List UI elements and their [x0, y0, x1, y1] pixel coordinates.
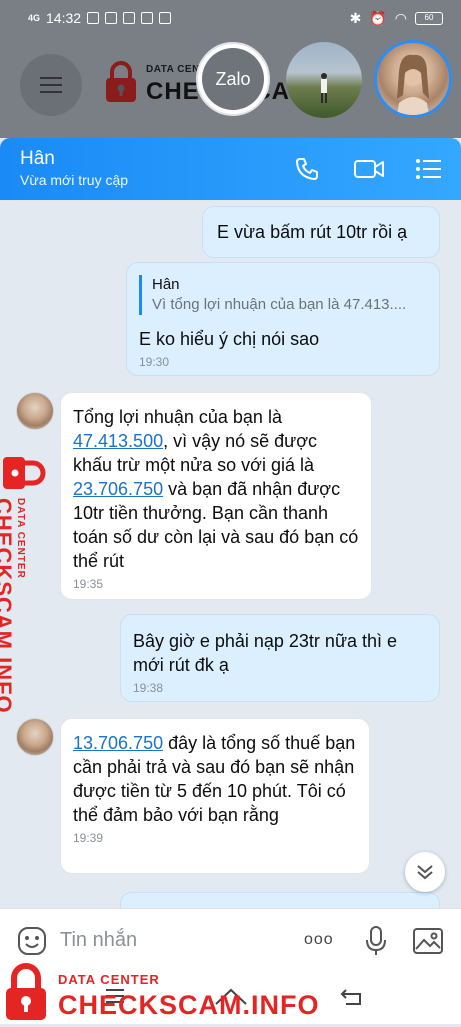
message-incoming[interactable]: 13.706.750 đây là tổng số thuế bạn cần p…	[60, 718, 370, 874]
message-outgoing-reply[interactable]: Hân Vì tổng lợi nhuận của bạn là 47.413.…	[126, 262, 440, 376]
shield-icon	[159, 12, 172, 24]
network-indicator: 4G	[28, 13, 41, 23]
contact-name[interactable]: Hân	[20, 148, 55, 170]
watermark-small-text: DATA CENTER	[58, 972, 160, 987]
message-outgoing-partial[interactable]	[120, 892, 440, 908]
facebook-icon	[123, 12, 136, 24]
amount-link[interactable]: 13.706.750	[73, 733, 163, 753]
watermark-side-small: DATA CENTER	[15, 498, 26, 579]
padlock-logo	[104, 60, 138, 109]
message-input[interactable]: Tin nhắn	[60, 929, 137, 952]
message-outgoing[interactable]: Bây giờ e phải nạp 23tr nữa thì e mới rú…	[120, 614, 440, 702]
facebook-icon	[105, 12, 118, 24]
zalo-chat-head[interactable]: Zalo	[196, 42, 270, 116]
hamburger-icon	[40, 84, 62, 86]
alarm-icon: ⏰	[369, 10, 387, 26]
message-text: E vừa bấm rút 10tr rồi ạ	[217, 222, 408, 242]
more-options-icon[interactable]: ooo	[304, 931, 334, 949]
gallery-icon	[141, 12, 154, 24]
status-bar: 4G 14:32 ✱ ⏰ ◠ 60	[0, 0, 461, 36]
message-outgoing[interactable]: E vừa bấm rút 10tr rồi ạ	[202, 206, 440, 258]
watermark-side-padlock	[2, 452, 46, 503]
watermark-padlock-logo	[4, 962, 48, 1027]
scroll-to-bottom-button[interactable]	[405, 852, 445, 892]
battery-icon: 60	[415, 12, 443, 25]
message-list[interactable]: E vừa bấm rút 10tr rồi ạ Hân Vì tổng lợi…	[0, 200, 461, 908]
message-text: E ko hiểu ý chị nói sao	[139, 329, 320, 349]
amount-link[interactable]: 47.413.500	[73, 431, 163, 451]
watermark-side-large: CHECKSCAM.INFO	[0, 498, 16, 714]
message-time: 19:30	[139, 355, 170, 369]
chat-head-avatar-man[interactable]	[286, 42, 362, 118]
microphone-icon[interactable]	[364, 925, 388, 962]
bluetooth-icon: ✱	[349, 10, 362, 26]
menu-button[interactable]	[20, 54, 82, 116]
phone-icon[interactable]	[292, 154, 322, 184]
quote-text: Vì tổng lợi nhuận của bạn là 47.413....	[152, 296, 407, 313]
quoted-message[interactable]: Hân Vì tổng lợi nhuận của bạn là 47.413.…	[139, 275, 427, 315]
notification-icon	[87, 12, 100, 24]
contact-avatar[interactable]	[16, 718, 54, 756]
amount-link[interactable]: 23.706.750	[73, 479, 163, 499]
message-time: 19:39	[73, 831, 104, 845]
message-input-bar: Tin nhắn ooo	[0, 908, 461, 973]
emoji-icon[interactable]	[16, 925, 48, 962]
image-icon[interactable]	[412, 925, 444, 962]
message-time: 19:38	[133, 681, 164, 695]
chat-head-avatar-woman[interactable]	[374, 40, 452, 118]
clock: 14:32	[46, 10, 82, 26]
message-text-part: Tổng lợi nhuận của bạn là	[73, 407, 282, 427]
chat-header: Hân Vừa mới truy cập	[0, 138, 461, 200]
quote-author: Hân	[152, 276, 180, 293]
watermark-large-text: CHECKSCAM.INFO	[58, 990, 320, 1020]
message-text: Bây giờ e phải nạp 23tr nữa thì e mới rú…	[133, 631, 398, 675]
double-chevron-down-icon	[417, 865, 433, 880]
options-list-icon[interactable]	[414, 154, 444, 184]
zalo-logo: Zalo	[202, 48, 264, 110]
video-call-icon[interactable]	[352, 154, 386, 184]
contact-avatar[interactable]	[16, 392, 54, 430]
contact-status: Vừa mới truy cập	[20, 172, 129, 188]
back-icon[interactable]	[340, 986, 364, 1011]
message-time: 19:35	[73, 577, 104, 591]
wifi-icon: ◠	[394, 10, 407, 26]
message-incoming[interactable]: Tổng lợi nhuận của bạn là 47.413.500, vì…	[60, 392, 372, 600]
